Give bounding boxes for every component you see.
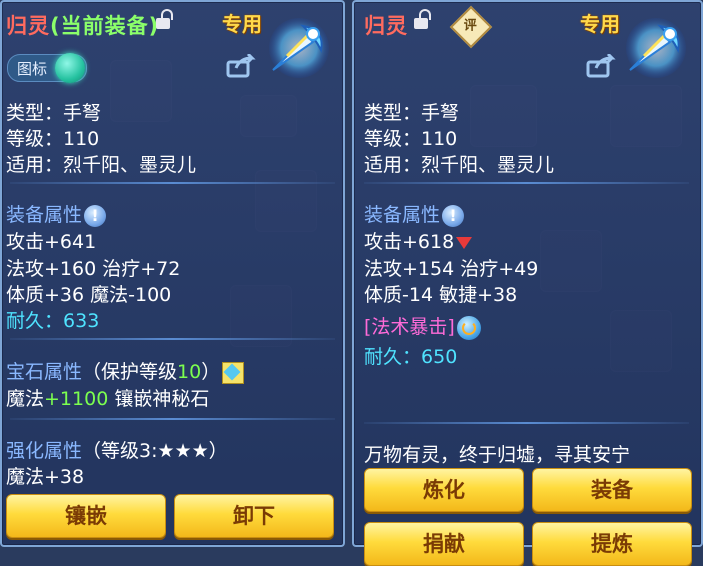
inlay-button[interactable]: 镶嵌 [6, 494, 166, 538]
item-usable-by: 适用：烈千阳、墨灵儿 [364, 154, 555, 176]
item-type: 类型：手弩 [364, 102, 460, 124]
durability: 耐久：633 [6, 310, 100, 332]
enhance-attr-heading: 强化属性（等级3:★★★） [6, 440, 228, 462]
crossbow-item-icon [626, 18, 686, 78]
refine-button[interactable]: 炼化 [364, 468, 524, 512]
gem-attr-heading: 宝石属性（保护等级10） [6, 357, 245, 384]
equip-button[interactable]: 装备 [532, 468, 692, 512]
toggle-knob[interactable] [55, 53, 85, 83]
unequip-button[interactable]: 卸下 [174, 494, 334, 538]
gem-stat: 魔法+1100 镶嵌神秘石 [6, 388, 210, 410]
share-icon[interactable] [586, 54, 616, 78]
attack-stat: 攻击+618 [364, 227, 473, 254]
enhance-stat: 魔法+38 [6, 466, 85, 488]
divider [364, 422, 689, 424]
info-icon[interactable]: ! [84, 204, 107, 227]
rating-icon[interactable]: 评 [449, 5, 493, 49]
equip-attr-heading: 装备属性! [364, 200, 465, 227]
icon-toggle[interactable]: 图标 [7, 53, 87, 83]
divider [10, 418, 335, 420]
divider [10, 182, 335, 184]
item-type: 类型：手弩 [6, 102, 102, 124]
share-icon[interactable] [226, 54, 256, 78]
item-level: 等级：110 [364, 128, 458, 150]
item-title: 归灵(当前装备) [6, 14, 160, 38]
refresh-icon[interactable] [456, 315, 481, 340]
item-level: 等级：110 [6, 128, 100, 150]
attr-line: 法攻+160 治疗+72 [6, 258, 181, 280]
current-equipment-panel: 归灵(当前装备) 专用 图标 类型：手弩 等级：110 适用：烈千阳、墨灵儿 装… [0, 0, 345, 547]
attr-line: 体质+36 魔法-100 [6, 284, 172, 306]
compare-item-panel: 归灵 评 专用 类型：手弩 等级：110 适用：烈千阳、墨灵儿 装备属性! 攻击… [352, 0, 703, 566]
item-title: 归灵 [364, 14, 408, 38]
extract-button[interactable]: 提炼 [532, 522, 692, 566]
info-icon[interactable]: ! [442, 204, 465, 227]
attr-line: 法攻+154 治疗+49 [364, 258, 539, 280]
special-skill: [法术暴击] [364, 312, 481, 340]
gem-icon [222, 361, 245, 384]
lock-icon[interactable] [156, 9, 173, 29]
divider [10, 338, 335, 340]
toggle-label: 图标 [17, 60, 48, 78]
durability: 耐久：650 [364, 346, 458, 368]
lock-icon[interactable] [414, 9, 431, 29]
crossbow-item-icon [269, 18, 329, 78]
equip-attr-heading: 装备属性! [6, 200, 107, 227]
attr-line: 攻击+641 [6, 231, 97, 253]
flavor-text: 万物有灵，终于归墟，寻其安宁 [364, 444, 631, 466]
exclusive-label: 专用 [580, 12, 620, 36]
divider [364, 182, 689, 184]
attr-line: 体质-14 敏捷+38 [364, 284, 518, 306]
exclusive-label: 专用 [222, 12, 262, 36]
donate-button[interactable]: 捐献 [364, 522, 524, 566]
item-usable-by: 适用：烈千阳、墨灵儿 [6, 154, 197, 176]
down-arrow-icon [456, 236, 473, 249]
equipped-tag: (当前装备) [50, 14, 160, 38]
